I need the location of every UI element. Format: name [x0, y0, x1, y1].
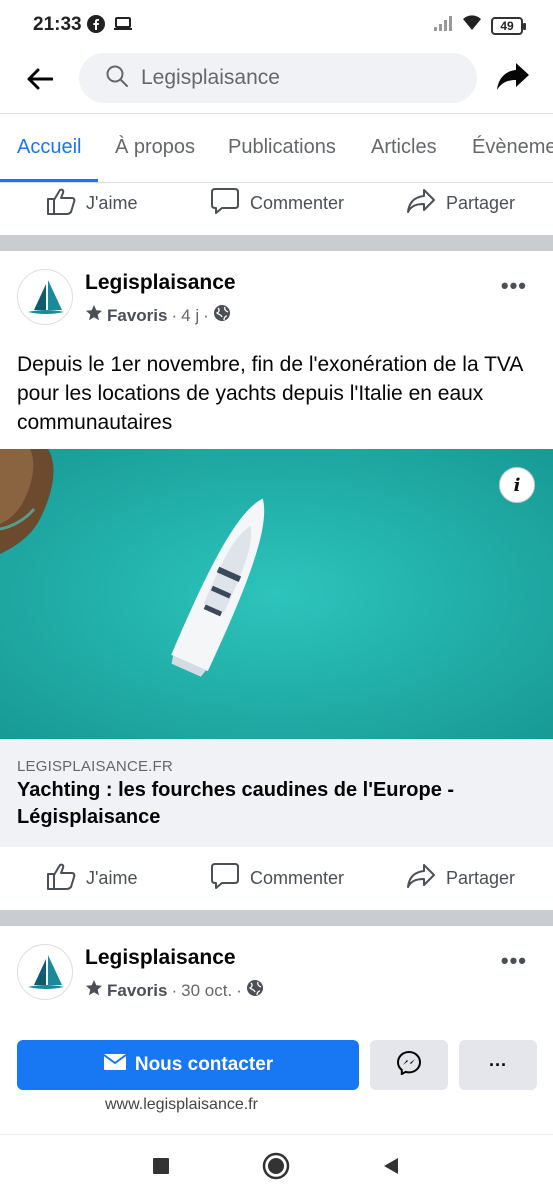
feed-separator [0, 910, 553, 926]
post-author[interactable]: Legisplaisance [85, 271, 236, 295]
sailboat-logo-icon [28, 955, 64, 989]
favorites-label: Favoris [107, 980, 168, 1000]
post-meta: Favoris · 4 j · [85, 304, 231, 327]
star-icon [85, 304, 103, 327]
envelope-icon [103, 1053, 127, 1077]
post-meta: Favoris · 30 oct. · [85, 979, 264, 1002]
globe-icon [213, 304, 231, 327]
share-arrow-icon [496, 61, 530, 96]
facebook-icon [87, 15, 105, 38]
like-button[interactable]: J'aime [46, 852, 137, 904]
comment-label: Commenter [250, 867, 345, 888]
comment-bubble-icon [210, 187, 240, 220]
search-text: Legisplaisance [141, 66, 280, 89]
home-circle-icon [262, 1152, 290, 1185]
cta-row: Nous contacter ··· [0, 1040, 553, 1090]
comment-button[interactable]: Commenter [210, 177, 344, 229]
globe-icon [246, 979, 264, 1002]
contact-label: Nous contacter [134, 1054, 274, 1075]
share-label: Partager [446, 192, 516, 213]
share-button[interactable] [493, 58, 533, 98]
share-post-button[interactable]: Partager [406, 852, 515, 904]
thumbs-up-icon [46, 187, 76, 220]
ad-info-button[interactable]: i [499, 467, 535, 503]
feed-separator [0, 235, 553, 251]
post-options-button[interactable]: ••• [501, 948, 527, 974]
website-link[interactable]: www.legisplaisance.fr [105, 1096, 258, 1114]
search-icon [105, 64, 129, 93]
search-input[interactable]: Legisplaisance [79, 53, 477, 103]
favorites-label: Favoris [107, 305, 168, 325]
post-image[interactable]: i [0, 449, 553, 739]
post-time[interactable]: 30 oct. [181, 981, 232, 1001]
signal-icon [433, 15, 453, 36]
share-icon [406, 187, 436, 220]
sailboat-logo-icon [28, 280, 64, 314]
tab-evenements[interactable]: Évèneme [472, 136, 553, 159]
post-header: Legisplaisance Favoris · 4 j · ••• [0, 269, 553, 349]
contact-button[interactable]: Nous contacter [17, 1040, 359, 1090]
post-text: Depuis le 1er novembre, fin de l'exonéra… [17, 353, 523, 434]
like-button[interactable]: J'aime [46, 177, 137, 229]
info-icon: i [513, 474, 521, 496]
thumbs-up-icon [46, 862, 76, 895]
back-arrow-icon [27, 68, 54, 95]
laptop-icon [113, 16, 133, 37]
comment-bubble-icon [210, 862, 240, 895]
recent-apps-button[interactable] [146, 1153, 176, 1183]
square-icon [152, 1157, 170, 1180]
like-label: J'aime [86, 867, 138, 888]
messenger-icon [396, 1050, 422, 1080]
comment-button[interactable]: Commenter [210, 852, 344, 904]
share-label: Partager [446, 867, 516, 888]
share-icon [406, 862, 436, 895]
yacht-photo [0, 449, 553, 739]
tab-a-propos[interactable]: À propos [115, 136, 195, 159]
messenger-button[interactable] [370, 1040, 448, 1090]
avatar[interactable] [17, 269, 73, 325]
status-bar: 21:33 49 [0, 0, 553, 50]
status-time: 21:33 [33, 14, 82, 35]
back-button[interactable] [22, 63, 58, 99]
more-options-button[interactable]: ··· [459, 1040, 537, 1090]
share-post-button[interactable]: Partager [406, 177, 515, 229]
tab-accueil[interactable]: Accueil [17, 136, 81, 159]
post-header: Legisplaisance Favoris · 30 oct. · ••• [0, 944, 553, 1024]
post-author[interactable]: Legisplaisance [85, 946, 236, 970]
post-actions-previous: J'aime Commenter Partager [0, 177, 553, 229]
post-time[interactable]: 4 j [181, 306, 199, 326]
battery-icon: 49 [491, 16, 526, 35]
link-preview-card[interactable]: LEGISPLAISANCE.FR Yachting : les fourche… [0, 739, 553, 847]
system-nav-bar [0, 1134, 553, 1200]
comment-label: Commenter [250, 192, 345, 213]
avatar[interactable] [17, 944, 73, 1000]
link-domain: LEGISPLAISANCE.FR [17, 758, 173, 775]
post-options-button[interactable]: ••• [501, 273, 527, 299]
back-nav-button[interactable] [376, 1153, 406, 1183]
link-title: Yachting : les fourches caudines de l'Eu… [17, 779, 455, 828]
tab-articles[interactable]: Articles [371, 136, 437, 159]
top-bar: Legisplaisance [0, 50, 553, 114]
post-actions: J'aime Commenter Partager [0, 852, 553, 904]
wifi-icon [461, 14, 483, 37]
home-button[interactable] [261, 1152, 291, 1185]
star-icon [85, 979, 103, 1002]
tab-publications[interactable]: Publications [228, 136, 336, 159]
page-tabs: Accueil À propos Publications Articles É… [0, 115, 553, 183]
like-label: J'aime [86, 192, 138, 213]
back-triangle-icon [381, 1156, 401, 1181]
